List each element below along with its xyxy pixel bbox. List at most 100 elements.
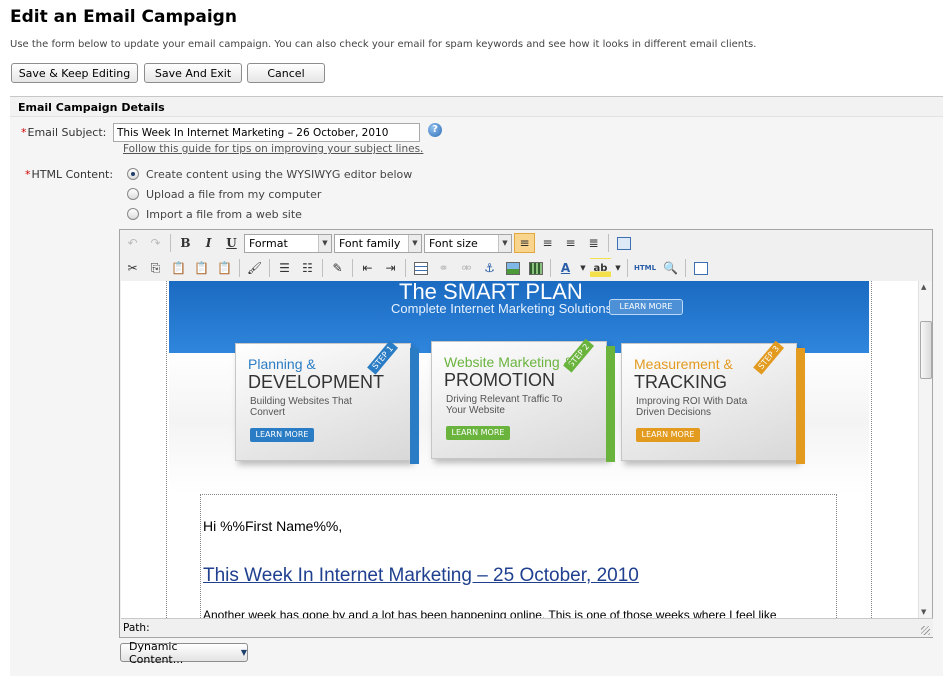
dynamic-content-button[interactable]: Dynamic Content... ▼	[120, 640, 248, 666]
redo-icon[interactable]: ↷	[145, 233, 166, 253]
editor-scrollbar[interactable]: ▲ ▼	[918, 281, 932, 618]
anchor-icon[interactable]: ⚓	[479, 258, 500, 278]
cut-icon[interactable]: ✂	[122, 258, 143, 278]
chevron-down-icon: ▼	[408, 234, 421, 252]
save-keep-editing-button[interactable]: Save & Keep Editing	[11, 63, 138, 83]
toolbar-separator	[627, 259, 628, 277]
path-label: Path:	[123, 622, 150, 634]
save-and-exit-button[interactable]: Save And Exit	[144, 63, 242, 83]
fullscreen-glyph	[693, 261, 708, 275]
toolbar-row-2: ✂ ⎘ 📋 📋 📋 🖌 ☰ ☷ ✎ ⇤ ⇥ ⚭ ⚮ ⚓ A ▼ ab ▼ HTM…	[122, 256, 711, 280]
html-content-label: *HTML Content:	[25, 168, 113, 181]
page-intro: Use the form below to update your email …	[10, 39, 757, 50]
email-subject-input[interactable]	[113, 123, 420, 142]
media-glyph	[528, 261, 543, 275]
template-glyph	[616, 236, 631, 250]
step-box-edge	[796, 348, 805, 464]
preview-icon[interactable]: 🔍	[660, 258, 681, 278]
bold-button[interactable]: B	[175, 233, 196, 253]
radio-wysiwyg[interactable]: Create content using the WYSIWYG editor …	[127, 167, 412, 181]
subject-guide-link[interactable]: Follow this guide for tips on improving …	[123, 143, 423, 155]
align-justify-icon[interactable]: ≣	[583, 233, 604, 253]
chevron-down-icon[interactable]: ▼	[613, 258, 623, 278]
copy-icon[interactable]: ⎘	[145, 258, 166, 278]
scrollbar-thumb[interactable]	[920, 321, 932, 379]
chevron-down-icon: ▼	[498, 234, 511, 252]
toolbar-separator	[550, 259, 551, 277]
html-source-button[interactable]: HTML	[632, 258, 658, 278]
clean-up-icon[interactable]: 🖌	[244, 258, 265, 278]
dynamic-content-label: Dynamic Content...	[129, 639, 184, 666]
banner-subtitle: Complete Internet Marketing Solutions	[391, 301, 613, 316]
image-icon[interactable]	[502, 258, 523, 278]
step-line1: Website Marketing &	[444, 354, 573, 370]
step-line2: TRACKING	[634, 372, 728, 392]
align-center-icon[interactable]: ≡	[537, 233, 558, 253]
step-line2: PROMOTION	[444, 370, 555, 390]
edit-icon[interactable]: ✎	[327, 258, 348, 278]
font-family-select[interactable]: Font family ▼	[334, 233, 422, 253]
paste-word-icon[interactable]: 📋	[214, 258, 235, 278]
media-icon[interactable]	[525, 258, 546, 278]
radio-upload-file[interactable]: Upload a file from my computer	[127, 187, 321, 201]
step-line1: Planning &	[248, 356, 316, 372]
highlight-color-icon[interactable]: ab	[590, 258, 611, 278]
fullscreen-icon[interactable]	[690, 258, 711, 278]
italic-button[interactable]: I	[198, 233, 219, 253]
radio-button[interactable]	[127, 208, 139, 220]
undo-icon[interactable]: ↶	[122, 233, 143, 253]
outdent-icon[interactable]: ⇤	[357, 258, 378, 278]
chevron-down-icon: ▼	[240, 648, 247, 657]
email-greeting: Hi %%First Name%%,	[203, 518, 343, 534]
step-box-edge	[606, 346, 615, 462]
banner-learn-more-button[interactable]: LEARN MORE	[609, 299, 683, 315]
step-box-promotion: STEP 2 Website Marketing & PROMOTION Dri…	[431, 338, 615, 462]
bullet-list-icon[interactable]: ☰	[274, 258, 295, 278]
table-glyph	[413, 261, 428, 275]
resize-handle-icon[interactable]	[921, 626, 930, 635]
format-select[interactable]: Format ▼	[244, 233, 332, 253]
paste-icon[interactable]: 📋	[168, 258, 189, 278]
help-icon[interactable]: ?	[428, 123, 442, 137]
page-title: Edit an Email Campaign	[10, 7, 237, 27]
step-badge: STEP 1	[366, 340, 398, 375]
toolbar-separator	[239, 259, 240, 277]
align-left-icon[interactable]: ≡	[514, 233, 535, 253]
chevron-down-icon[interactable]: ▼	[578, 258, 588, 278]
radio-button[interactable]	[127, 188, 139, 200]
font-family-select-value: Font family	[339, 236, 401, 250]
radio-import-url[interactable]: Import a file from a web site	[127, 207, 302, 221]
indent-icon[interactable]: ⇥	[380, 258, 401, 278]
email-content-box	[200, 494, 837, 618]
underline-button[interactable]: U	[221, 233, 242, 253]
email-headline-link[interactable]: This Week In Internet Marketing – 25 Oct…	[203, 565, 639, 587]
text-color-icon[interactable]: A	[555, 258, 576, 278]
step-box-tracking: STEP 3 Measurement & TRACKING Improving …	[621, 340, 805, 464]
font-size-select[interactable]: Font size ▼	[424, 233, 512, 253]
link-icon[interactable]: ⚭	[433, 258, 454, 278]
email-subject-label-text: Email Subject:	[27, 126, 107, 139]
editor-canvas[interactable]: The SMART PLAN Complete Internet Marketi…	[121, 281, 918, 618]
insert-template-icon[interactable]	[613, 233, 634, 253]
align-right-icon[interactable]: ≡	[560, 233, 581, 253]
step-learn-more-button[interactable]: LEARN MORE	[446, 426, 510, 440]
insert-table-icon[interactable]	[410, 258, 431, 278]
toolbar-separator	[269, 259, 270, 277]
radio-button-checked[interactable]	[127, 168, 139, 180]
numbered-list-icon[interactable]: ☷	[297, 258, 318, 278]
cancel-button[interactable]: Cancel	[247, 63, 325, 83]
scroll-up-icon[interactable]: ▲	[921, 283, 926, 291]
paste-text-icon[interactable]: 📋	[191, 258, 212, 278]
chevron-down-icon: ▼	[318, 234, 331, 252]
smart-plan-banner: The SMART PLAN Complete Internet Marketi…	[169, 281, 869, 493]
step-learn-more-button[interactable]: LEARN MORE	[636, 428, 700, 442]
step-line2: DEVELOPMENT	[248, 372, 385, 392]
toolbar-row-1: ↶ ↷ B I U Format ▼ Font family ▼ Font size…	[122, 231, 634, 255]
radio-label: Create content using the WYSIWYG editor …	[146, 167, 413, 181]
scroll-down-icon[interactable]: ▼	[921, 608, 926, 616]
unlink-icon[interactable]: ⚮	[456, 258, 477, 278]
step-box-planning: STEP 1 Planning & DEVELOPMENT Building W…	[235, 340, 419, 464]
toolbar-separator	[170, 234, 171, 252]
editor-path-bar: Path:	[121, 618, 933, 637]
step-learn-more-button[interactable]: LEARN MORE	[250, 428, 314, 442]
